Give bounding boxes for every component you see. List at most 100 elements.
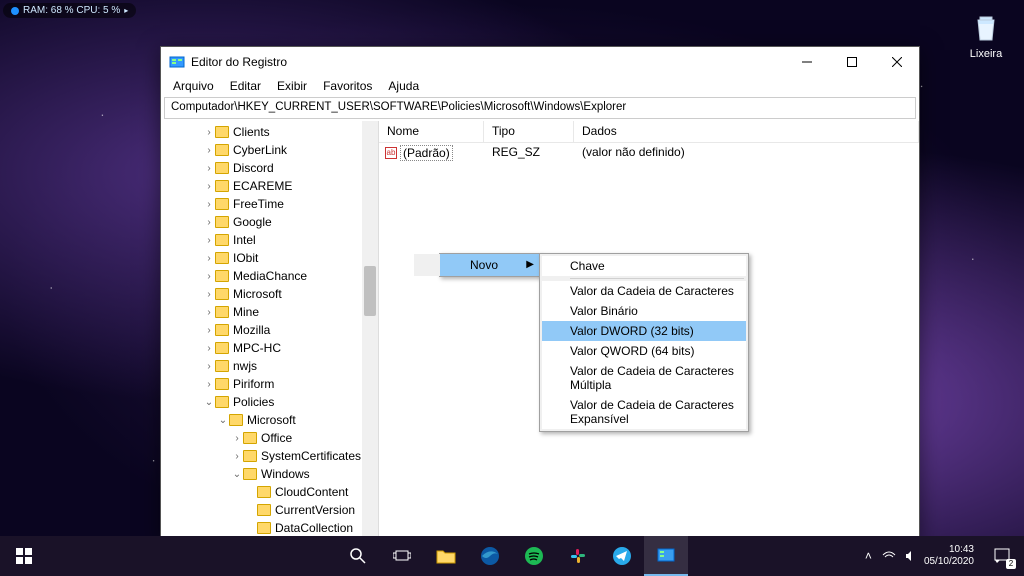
tree-twisty-icon[interactable]: ›: [231, 433, 243, 444]
column-data[interactable]: Dados: [574, 121, 919, 142]
tree-scrollbar[interactable]: [362, 121, 378, 540]
ram-cpu-widget[interactable]: RAM: 68 % CPU: 5 % ▸: [3, 3, 136, 18]
tree-twisty-icon[interactable]: ›: [203, 343, 215, 354]
context-item-3[interactable]: Valor DWORD (32 bits): [542, 321, 746, 341]
value-row-default[interactable]: ab (Padrão) REG_SZ (valor não definido): [379, 143, 919, 163]
tree-item-windows[interactable]: ⌄Windows: [161, 465, 378, 483]
address-bar[interactable]: Computador\HKEY_CURRENT_USER\SOFTWARE\Po…: [164, 97, 916, 119]
tree-twisty-icon[interactable]: ›: [203, 235, 215, 246]
tree-item-mediachance[interactable]: ›MediaChance: [161, 267, 378, 285]
menu-exibir[interactable]: Exibir: [269, 77, 315, 97]
tree-pane[interactable]: ›Clients›CyberLink›Discord›ECAREME›FreeT…: [161, 121, 379, 540]
tree-twisty-icon[interactable]: ›: [203, 163, 215, 174]
menubar: Arquivo Editar Exibir Favoritos Ajuda: [161, 77, 919, 97]
tree-label: CyberLink: [233, 143, 287, 157]
context-item-6[interactable]: Valor de Cadeia de Caracteres Expansível: [542, 395, 746, 429]
menu-favoritos[interactable]: Favoritos: [315, 77, 380, 97]
tree-twisty-icon[interactable]: ›: [203, 379, 215, 390]
tree-label: ECAREME: [233, 179, 292, 193]
tree-twisty-icon[interactable]: ›: [203, 325, 215, 336]
tree-twisty-icon[interactable]: ›: [203, 199, 215, 210]
folder-icon: [215, 180, 229, 192]
context-item-1[interactable]: Valor da Cadeia de Caracteres: [542, 281, 746, 301]
tray-clock[interactable]: 10:43 05/10/2020: [924, 544, 974, 568]
tree-label: nwjs: [233, 359, 257, 373]
tree-item-systemcertificates[interactable]: › SystemCertificates: [161, 447, 378, 465]
tree-twisty-icon[interactable]: ›: [203, 289, 215, 300]
close-button[interactable]: [874, 47, 919, 77]
context-item-5[interactable]: Valor de Cadeia de Caracteres Múltipla: [542, 361, 746, 395]
tray-volume-icon[interactable]: [906, 549, 914, 563]
context-item-2[interactable]: Valor Binário: [542, 301, 746, 321]
titlebar[interactable]: Editor do Registro: [161, 47, 919, 77]
menu-editar[interactable]: Editar: [222, 77, 269, 97]
tray-chevron-icon[interactable]: ˄: [865, 549, 872, 563]
column-type[interactable]: Tipo: [484, 121, 574, 142]
tree-item-freetime[interactable]: ›FreeTime: [161, 195, 378, 213]
tree-label: CurrentVersion: [275, 503, 355, 517]
tray-notifications[interactable]: 2: [984, 543, 1020, 569]
taskbar-slack[interactable]: [556, 536, 600, 576]
tree-item-datacollection[interactable]: DataCollection: [161, 519, 378, 537]
column-name[interactable]: Nome: [379, 121, 484, 142]
scrollbar-thumb[interactable]: [364, 266, 376, 316]
menu-arquivo[interactable]: Arquivo: [165, 77, 222, 97]
tree-item-intel[interactable]: ›Intel: [161, 231, 378, 249]
taskbar-spotify[interactable]: [512, 536, 556, 576]
tree-item-nwjs[interactable]: › nwjs: [161, 357, 378, 375]
start-button[interactable]: [0, 536, 48, 576]
tree-twisty-icon[interactable]: ›: [203, 271, 215, 282]
tray-wifi-icon[interactable]: [882, 549, 896, 563]
taskbar-telegram[interactable]: [600, 536, 644, 576]
tree-twisty-icon[interactable]: ›: [231, 451, 243, 462]
tree-item-microsoft[interactable]: ⌄Microsoft: [161, 411, 378, 429]
context-item-4[interactable]: Valor QWORD (64 bits): [542, 341, 746, 361]
tree-twisty-icon[interactable]: ›: [203, 145, 215, 156]
tree-twisty-icon[interactable]: ⌄: [231, 469, 243, 480]
menu-ajuda[interactable]: Ajuda: [380, 77, 427, 97]
maximize-button[interactable]: [829, 47, 874, 77]
tree-twisty-icon[interactable]: ⌄: [217, 415, 229, 426]
tree-item-google[interactable]: ›Google: [161, 213, 378, 231]
tree-item-piriform[interactable]: ›Piriform: [161, 375, 378, 393]
tree-item-policies[interactable]: ⌄Policies: [161, 393, 378, 411]
tree-item-discord[interactable]: ›Discord: [161, 159, 378, 177]
tree-twisty-icon[interactable]: ›: [203, 361, 215, 372]
tree-item-iobit[interactable]: ›IObit: [161, 249, 378, 267]
tree-twisty-icon[interactable]: ›: [203, 127, 215, 138]
tree-twisty-icon[interactable]: ›: [203, 307, 215, 318]
tree-twisty-icon[interactable]: ›: [203, 253, 215, 264]
taskbar-taskview[interactable]: [380, 536, 424, 576]
folder-icon: [215, 288, 229, 300]
tree-twisty-icon[interactable]: ›: [203, 181, 215, 192]
tree-label: SystemCertificates: [261, 449, 361, 463]
taskbar-edge[interactable]: [468, 536, 512, 576]
folder-icon: [243, 450, 257, 462]
tree-item-cloudcontent[interactable]: CloudContent: [161, 483, 378, 501]
folder-icon: [215, 378, 229, 390]
taskbar-regedit[interactable]: [644, 536, 688, 576]
recycle-bin[interactable]: Lixeira: [968, 10, 1004, 60]
folder-icon: [215, 216, 229, 228]
widget-dot-icon: [11, 7, 19, 15]
taskbar-explorer[interactable]: [424, 536, 468, 576]
tree-item-cyberlink[interactable]: › CyberLink: [161, 141, 378, 159]
tree-label: Microsoft: [233, 287, 282, 301]
tree-twisty-icon[interactable]: ›: [203, 217, 215, 228]
tree-item-office[interactable]: ›Office: [161, 429, 378, 447]
tree-item-microsoft[interactable]: › Microsoft: [161, 285, 378, 303]
tree-item-mozilla[interactable]: ›Mozilla: [161, 321, 378, 339]
context-item-novo[interactable]: Novo ▶: [414, 254, 540, 276]
folder-icon: [257, 486, 271, 498]
context-item-0[interactable]: Chave: [542, 256, 746, 276]
tree-twisty-icon[interactable]: ⌄: [203, 397, 215, 408]
tree-item-ecareme[interactable]: › ECAREME: [161, 177, 378, 195]
minimize-button[interactable]: [784, 47, 829, 77]
tree-item-mpc-hc[interactable]: ›MPC-HC: [161, 339, 378, 357]
tree-item-mine[interactable]: ›Mine: [161, 303, 378, 321]
folder-icon: [215, 270, 229, 282]
context-menu-new-submenu: ChaveValor da Cadeia de CaracteresValor …: [539, 253, 749, 432]
tree-item-clients[interactable]: ›Clients: [161, 123, 378, 141]
tree-item-currentversion[interactable]: CurrentVersion: [161, 501, 378, 519]
taskbar-search[interactable]: [336, 536, 380, 576]
